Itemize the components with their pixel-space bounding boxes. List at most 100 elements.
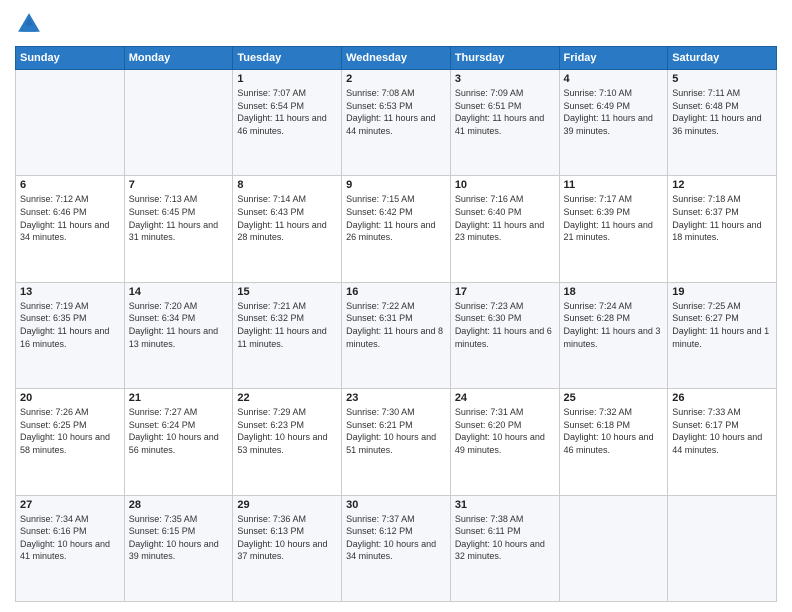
day-cell: 12Sunrise: 7:18 AM Sunset: 6:37 PM Dayli… [668, 176, 777, 282]
day-number: 15 [237, 286, 337, 298]
weekday-header-sunday: Sunday [16, 47, 125, 70]
day-cell: 10 Sunrise: 7:16 AM Sunset: 6:40 PM Dayli… [450, 176, 559, 282]
day-number: 5 [672, 73, 772, 85]
day-number: 1 [237, 73, 337, 85]
day-detail: Sunrise: 7:11 AM Sunset: 6:48 PM Dayligh… [672, 87, 772, 137]
weekday-header-monday: Monday [124, 47, 233, 70]
day-cell: 25 Sunrise: 7:32 AM Sunset: 6:18 PM Dayli… [559, 389, 668, 495]
day-number: 8 [237, 179, 337, 191]
day-number: 21 [129, 392, 229, 404]
weekday-header-saturday: Saturday [668, 47, 777, 70]
day-detail: Sunrise: 7:14 AM Sunset: 6:43 PM Dayligh… [237, 193, 337, 243]
day-cell: 30Sunrise: 7:37 AM Sunset: 6:12 PM Dayli… [342, 495, 451, 601]
day-cell: 2 Sunrise: 7:08 AM Sunset: 6:53 PM Daylig… [342, 70, 451, 176]
header [15, 10, 777, 38]
day-detail: Sunrise: 7:12 AM Sunset: 6:46 PM Dayligh… [20, 193, 120, 243]
day-number: 10 [455, 179, 555, 191]
day-cell: 26 Sunrise: 7:33 AM Sunset: 6:17 PM Dayli… [668, 389, 777, 495]
day-detail: Sunrise: 7:19 AM Sunset: 6:35 PM Dayligh… [20, 300, 120, 350]
weekday-header-thursday: Thursday [450, 47, 559, 70]
day-cell [16, 70, 125, 176]
day-detail: Sunrise: 7:23 AM Sunset: 6:30 PM Dayligh… [455, 300, 555, 350]
logo [15, 10, 47, 38]
day-detail: Sunrise: 7:16 AM Sunset: 6:40 PM Dayligh… [455, 193, 555, 243]
day-detail: Sunrise: 7:36 AM Sunset: 6:13 PM Dayligh… [237, 513, 337, 563]
day-detail: Sunrise: 7:13 AM Sunset: 6:45 PM Dayligh… [129, 193, 229, 243]
day-cell: 29 Sunrise: 7:36 AM Sunset: 6:13 PM Dayli… [233, 495, 342, 601]
day-number: 24 [455, 392, 555, 404]
day-cell: 15 Sunrise: 7:21 AM Sunset: 6:32 PM Dayli… [233, 282, 342, 388]
day-detail: Sunrise: 7:32 AM Sunset: 6:18 PM Dayligh… [564, 406, 664, 456]
day-detail: Sunrise: 7:22 AM Sunset: 6:31 PM Dayligh… [346, 300, 446, 350]
day-cell: 28 Sunrise: 7:35 AM Sunset: 6:15 PM Dayli… [124, 495, 233, 601]
day-detail: Sunrise: 7:24 AM Sunset: 6:28 PM Dayligh… [564, 300, 664, 350]
day-number: 14 [129, 286, 229, 298]
day-detail: Sunrise: 7:29 AM Sunset: 6:23 PM Dayligh… [237, 406, 337, 456]
day-cell: 21 Sunrise: 7:27 AM Sunset: 6:24 PM Dayli… [124, 389, 233, 495]
day-cell: 17 Sunrise: 7:23 AM Sunset: 6:30 PM Dayli… [450, 282, 559, 388]
day-detail: Sunrise: 7:27 AM Sunset: 6:24 PM Dayligh… [129, 406, 229, 456]
day-detail: Sunrise: 7:08 AM Sunset: 6:53 PM Dayligh… [346, 87, 446, 137]
weekday-header-row: SundayMondayTuesdayWednesdayThursdayFrid… [16, 47, 777, 70]
week-row-3: 13Sunrise: 7:19 AM Sunset: 6:35 PM Dayli… [16, 282, 777, 388]
day-cell [668, 495, 777, 601]
day-detail: Sunrise: 7:21 AM Sunset: 6:32 PM Dayligh… [237, 300, 337, 350]
day-detail: Sunrise: 7:37 AM Sunset: 6:12 PM Dayligh… [346, 513, 446, 563]
day-number: 3 [455, 73, 555, 85]
day-cell: 16Sunrise: 7:22 AM Sunset: 6:31 PM Dayli… [342, 282, 451, 388]
day-number: 20 [20, 392, 120, 404]
day-cell: 19Sunrise: 7:25 AM Sunset: 6:27 PM Dayli… [668, 282, 777, 388]
day-number: 12 [672, 179, 772, 191]
day-cell: 31Sunrise: 7:38 AM Sunset: 6:11 PM Dayli… [450, 495, 559, 601]
day-detail: Sunrise: 7:34 AM Sunset: 6:16 PM Dayligh… [20, 513, 120, 563]
day-cell: 11Sunrise: 7:17 AM Sunset: 6:39 PM Dayli… [559, 176, 668, 282]
logo-icon [15, 10, 43, 38]
day-cell [559, 495, 668, 601]
weekday-header-tuesday: Tuesday [233, 47, 342, 70]
day-detail: Sunrise: 7:20 AM Sunset: 6:34 PM Dayligh… [129, 300, 229, 350]
day-cell: 5 Sunrise: 7:11 AM Sunset: 6:48 PM Daylig… [668, 70, 777, 176]
day-cell [124, 70, 233, 176]
day-cell: 23Sunrise: 7:30 AM Sunset: 6:21 PM Dayli… [342, 389, 451, 495]
day-cell: 3 Sunrise: 7:09 AM Sunset: 6:51 PM Daylig… [450, 70, 559, 176]
day-number: 26 [672, 392, 772, 404]
day-number: 7 [129, 179, 229, 191]
day-number: 2 [346, 73, 446, 85]
day-number: 11 [564, 179, 664, 191]
day-cell: 4 Sunrise: 7:10 AM Sunset: 6:49 PM Daylig… [559, 70, 668, 176]
day-detail: Sunrise: 7:26 AM Sunset: 6:25 PM Dayligh… [20, 406, 120, 456]
day-number: 4 [564, 73, 664, 85]
calendar-table: SundayMondayTuesdayWednesdayThursdayFrid… [15, 46, 777, 602]
day-detail: Sunrise: 7:07 AM Sunset: 6:54 PM Dayligh… [237, 87, 337, 137]
day-number: 28 [129, 499, 229, 511]
day-detail: Sunrise: 7:33 AM Sunset: 6:17 PM Dayligh… [672, 406, 772, 456]
day-cell: 24 Sunrise: 7:31 AM Sunset: 6:20 PM Dayli… [450, 389, 559, 495]
day-number: 17 [455, 286, 555, 298]
day-cell: 7 Sunrise: 7:13 AM Sunset: 6:45 PM Daylig… [124, 176, 233, 282]
weekday-header-friday: Friday [559, 47, 668, 70]
day-number: 29 [237, 499, 337, 511]
day-cell: 18 Sunrise: 7:24 AM Sunset: 6:28 PM Dayli… [559, 282, 668, 388]
day-number: 18 [564, 286, 664, 298]
day-number: 25 [564, 392, 664, 404]
day-cell: 20 Sunrise: 7:26 AM Sunset: 6:25 PM Dayli… [16, 389, 125, 495]
day-number: 19 [672, 286, 772, 298]
week-row-4: 20 Sunrise: 7:26 AM Sunset: 6:25 PM Dayli… [16, 389, 777, 495]
day-detail: Sunrise: 7:10 AM Sunset: 6:49 PM Dayligh… [564, 87, 664, 137]
day-cell: 13Sunrise: 7:19 AM Sunset: 6:35 PM Dayli… [16, 282, 125, 388]
week-row-2: 6 Sunrise: 7:12 AM Sunset: 6:46 PM Daylig… [16, 176, 777, 282]
day-number: 27 [20, 499, 120, 511]
day-number: 6 [20, 179, 120, 191]
week-row-1: 1 Sunrise: 7:07 AM Sunset: 6:54 PM Daylig… [16, 70, 777, 176]
day-cell: 22Sunrise: 7:29 AM Sunset: 6:23 PM Dayli… [233, 389, 342, 495]
day-cell: 1 Sunrise: 7:07 AM Sunset: 6:54 PM Daylig… [233, 70, 342, 176]
day-cell: 9 Sunrise: 7:15 AM Sunset: 6:42 PM Daylig… [342, 176, 451, 282]
day-cell: 6 Sunrise: 7:12 AM Sunset: 6:46 PM Daylig… [16, 176, 125, 282]
page: SundayMondayTuesdayWednesdayThursdayFrid… [0, 0, 792, 612]
day-detail: Sunrise: 7:15 AM Sunset: 6:42 PM Dayligh… [346, 193, 446, 243]
day-detail: Sunrise: 7:35 AM Sunset: 6:15 PM Dayligh… [129, 513, 229, 563]
day-number: 9 [346, 179, 446, 191]
weekday-header-wednesday: Wednesday [342, 47, 451, 70]
day-detail: Sunrise: 7:31 AM Sunset: 6:20 PM Dayligh… [455, 406, 555, 456]
day-detail: Sunrise: 7:09 AM Sunset: 6:51 PM Dayligh… [455, 87, 555, 137]
